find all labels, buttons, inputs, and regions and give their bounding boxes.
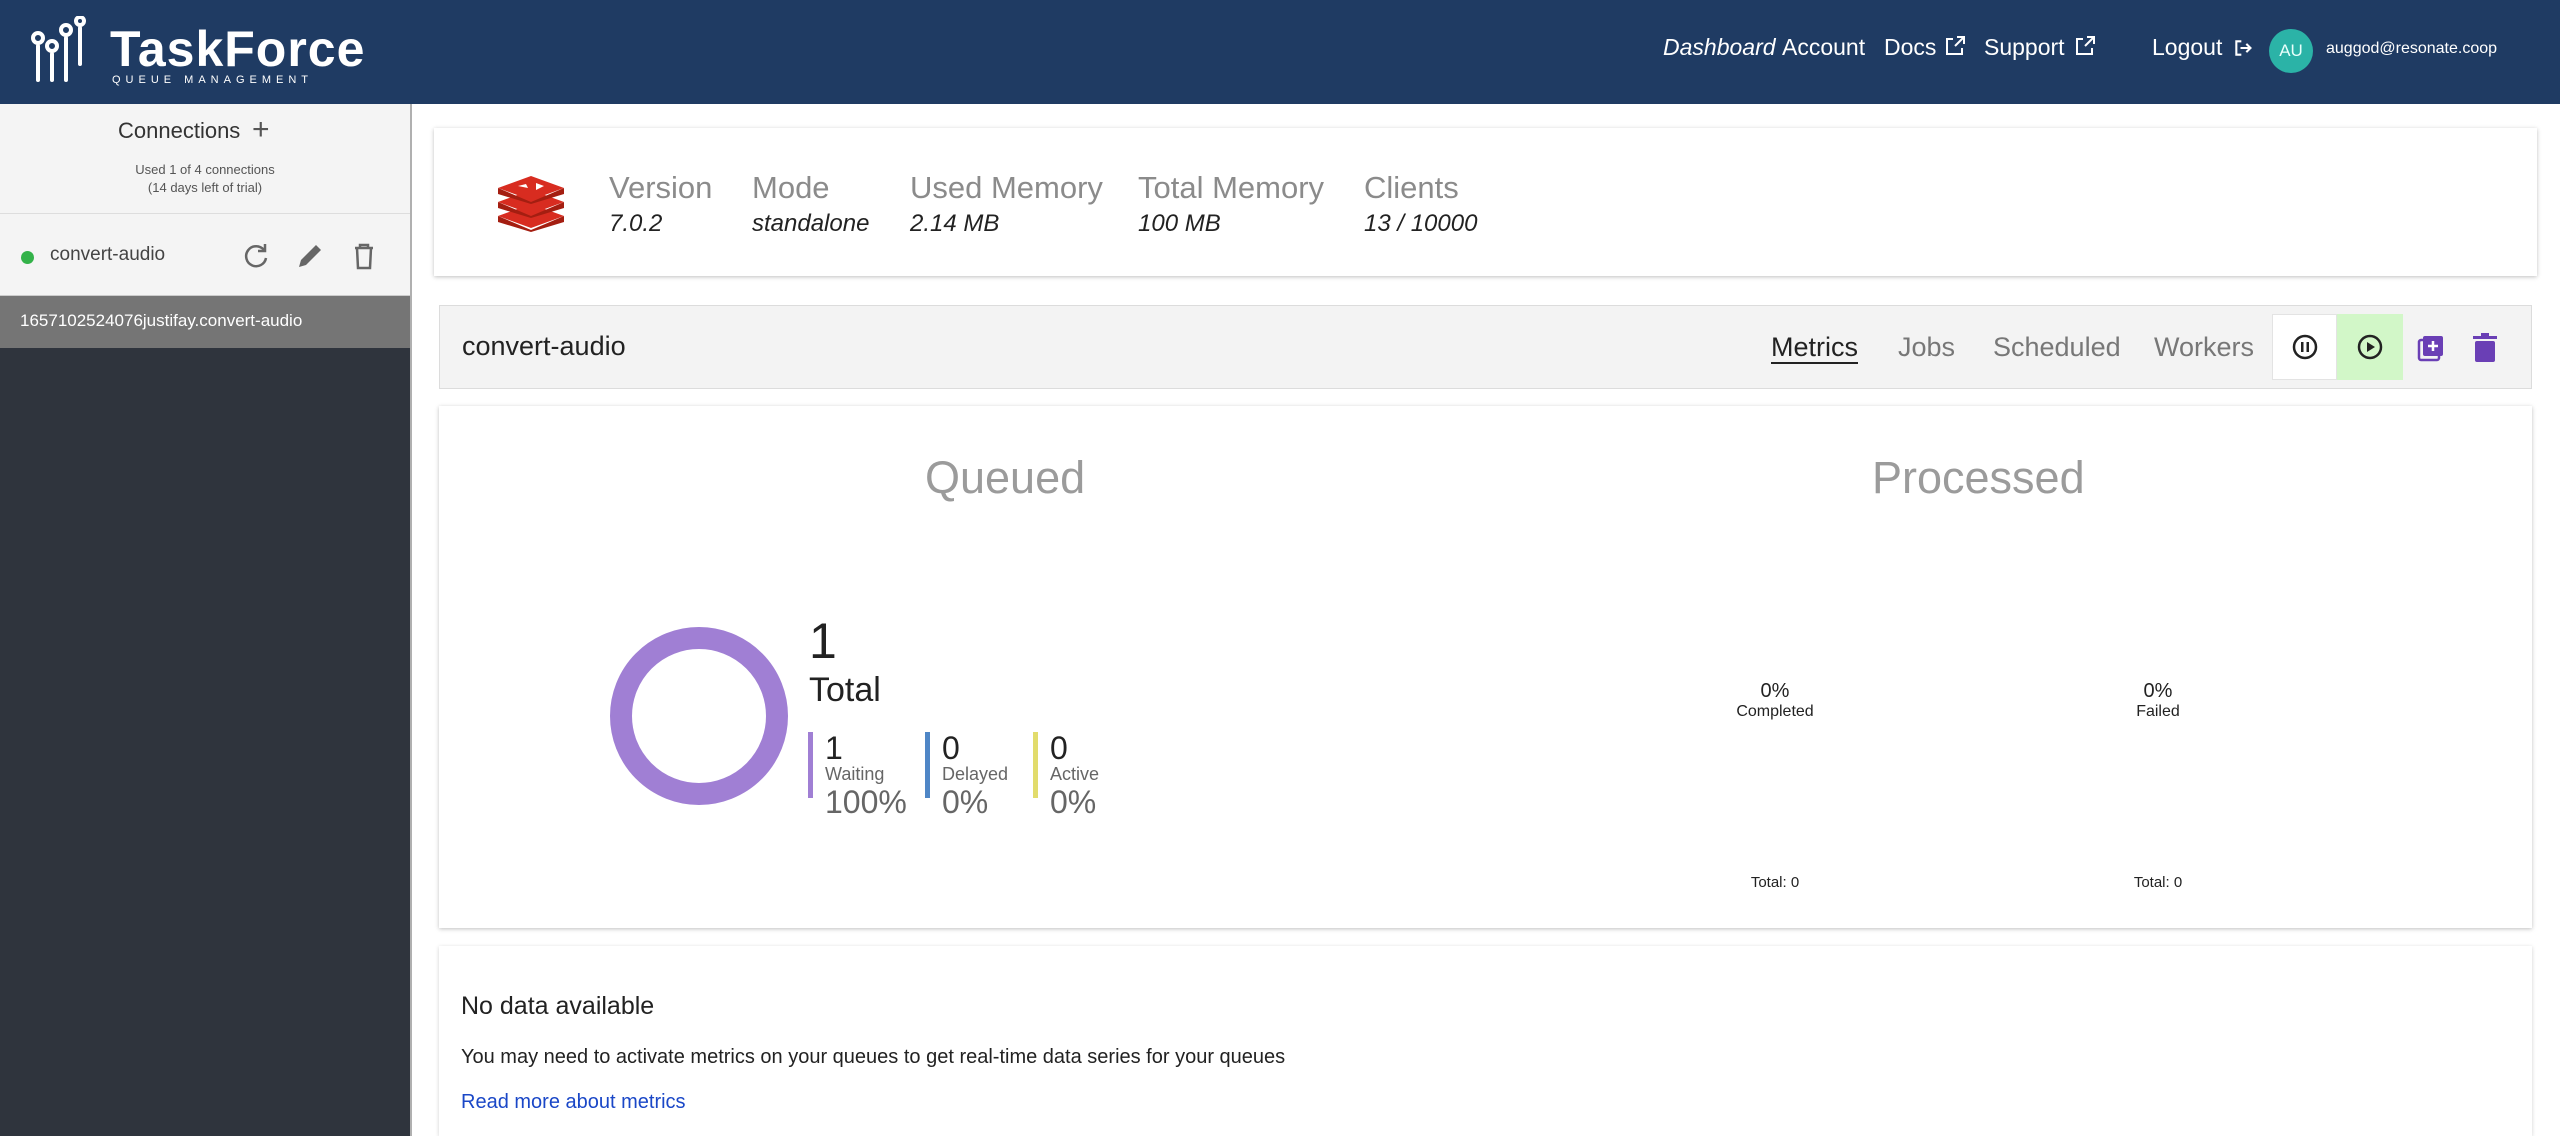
external-link-icon [1946, 36, 1965, 55]
waiting-stat: 1 Waiting 100% [808, 730, 907, 820]
logo-mark-icon [31, 16, 86, 82]
delete-queue-icon[interactable] [2470, 332, 2500, 364]
logout-icon [2235, 40, 2252, 56]
stat-label: Mode [752, 170, 830, 205]
read-more-metrics-link[interactable]: Read more about metrics [461, 1091, 686, 1114]
nav-support-link[interactable]: Support [1984, 34, 2065, 61]
failed-percent: 0% [2143, 680, 2173, 702]
connections-header: Connections + Used 1 of 4 connections (1… [0, 104, 410, 214]
taskforce-logo[interactable]: TaskForce QUEUE MANAGEMENT [30, 16, 364, 86]
pause-queue-button[interactable] [2272, 314, 2337, 380]
edit-pencil-icon[interactable] [294, 240, 326, 272]
waiting-count: 1 [825, 730, 843, 766]
logo-subtitle: QUEUE MANAGEMENT [112, 74, 314, 86]
top-header: TaskForce QUEUE MANAGEMENT Dashboard Acc… [0, 0, 2560, 104]
stat-value: 100 MB [1138, 210, 1221, 237]
queued-total-label: Total [809, 671, 881, 709]
completed-total: Total: 0 [1750, 874, 1800, 891]
completed-percent: 0% [1760, 680, 1790, 702]
no-data-card: No data available You may need to activa… [439, 946, 2532, 1136]
tab-workers[interactable]: Workers [2154, 332, 2254, 363]
redis-logo-icon [498, 176, 564, 232]
stat-value: 7.0.2 [609, 210, 663, 237]
user-avatar[interactable]: AU [2269, 29, 2313, 73]
nav-docs-link[interactable]: Docs [1884, 34, 1936, 61]
queued-donut-chart [610, 627, 788, 805]
logo-text: TaskForce [110, 21, 366, 77]
refresh-icon[interactable] [240, 240, 272, 272]
stat-clients: Clients 13 / 10000 [1364, 170, 1477, 238]
sidebar: Connections + Used 1 of 4 connections (1… [0, 104, 412, 1136]
completed-stat: 0% Completed [1675, 680, 1875, 721]
stat-version: Version 7.0.2 [609, 170, 712, 238]
trial-remaining: (14 days left of trial) [147, 180, 263, 195]
queued-title: Queued [925, 452, 1086, 503]
pause-circle-icon [2292, 334, 2317, 360]
failed-label: Failed [2136, 703, 2180, 720]
stat-label: Version [609, 170, 713, 205]
redis-info-card: Version 7.0.2 Mode standalone Used Memor… [434, 128, 2537, 276]
nav-dashboard-link[interactable]: Dashboard [1663, 34, 1776, 61]
connection-name: convert-audio [50, 244, 166, 265]
waiting-percent: 100% [825, 784, 907, 820]
delayed-label: Delayed [942, 764, 1009, 784]
tab-scheduled[interactable]: Scheduled [1993, 332, 2121, 363]
active-label: Active [1050, 764, 1100, 784]
queue-toolbar: convert-audio Metrics Jobs Scheduled Wor… [439, 305, 2532, 389]
delayed-count: 0 [942, 730, 960, 766]
active-stat: 0 Active 0% [1033, 730, 1100, 820]
add-job-icon[interactable] [2415, 332, 2447, 364]
tab-metrics[interactable]: Metrics [1771, 332, 1858, 363]
stat-label: Used Memory [910, 170, 1103, 205]
delete-trash-icon[interactable] [348, 240, 380, 272]
stat-value: standalone [752, 210, 870, 237]
queued-total-count: 1 [809, 613, 837, 669]
completed-label: Completed [1736, 703, 1814, 720]
stat-mode: Mode standalone [752, 170, 869, 238]
active-count: 0 [1050, 730, 1068, 766]
failed-stat: 0% Failed [2058, 680, 2258, 721]
queue-title: convert-audio [462, 331, 626, 361]
tab-jobs[interactable]: Jobs [1898, 332, 1955, 363]
external-link-icon [2076, 36, 2095, 55]
stat-value: 2.14 MB [910, 210, 1000, 237]
stat-label: Total Memory [1138, 170, 1325, 205]
connection-item[interactable]: convert-audio [0, 214, 410, 296]
delayed-percent: 0% [942, 784, 989, 820]
add-connection-icon[interactable]: + [252, 115, 270, 145]
active-percent: 0% [1050, 784, 1097, 820]
connections-usage: Used 1 of 4 connections [135, 162, 275, 177]
processed-title: Processed [1872, 452, 2085, 503]
user-email[interactable]: auggod@resonate.coop [2326, 40, 2497, 58]
nav-account-link[interactable]: Account [1782, 34, 1865, 61]
play-circle-icon [2357, 334, 2383, 360]
stat-value: 13 / 10000 [1364, 210, 1478, 237]
no-data-message: You may need to activate metrics on your… [461, 1046, 1286, 1068]
nav-logout-link[interactable]: Logout [2152, 34, 2222, 61]
stat-total-memory: Total Memory 100 MB [1138, 170, 1324, 238]
no-data-title: No data available [461, 992, 655, 1020]
stat-used-memory: Used Memory 2.14 MB [910, 170, 1103, 238]
metrics-card: Queued Processed 1 Total 1 Waiting 100% … [439, 406, 2532, 928]
sidebar-queue-item[interactable]: 1657102524076justifay.convert-audio [0, 296, 410, 348]
connection-status-dot [21, 251, 34, 264]
failed-total: Total: 0 [2133, 874, 2183, 891]
resume-queue-button[interactable] [2337, 314, 2403, 380]
waiting-label: Waiting [825, 764, 885, 784]
stat-label: Clients [1364, 170, 1459, 205]
connections-title: Connections [118, 118, 241, 143]
delayed-stat: 0 Delayed 0% [925, 730, 1009, 820]
